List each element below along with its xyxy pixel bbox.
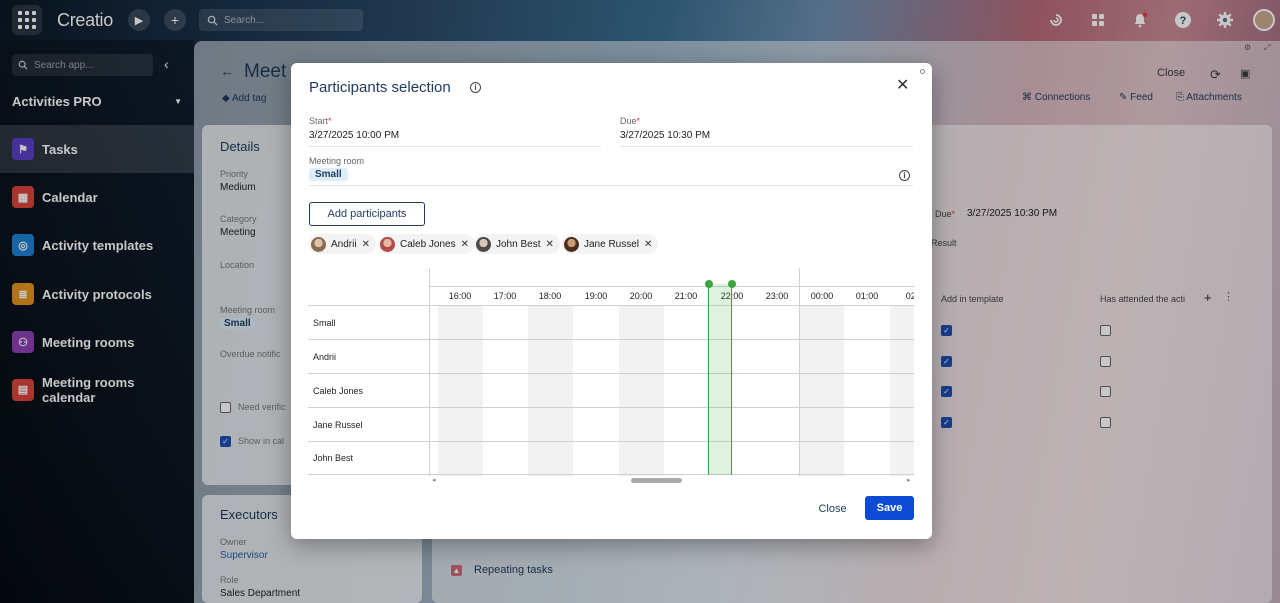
row-label: John Best — [313, 453, 354, 463]
info-icon[interactable]: i — [899, 170, 910, 181]
hour-label: 02: — [905, 291, 914, 301]
participant-name: Jane Russel — [584, 238, 640, 250]
info-icon[interactable]: i — [470, 82, 481, 93]
hour-label: 01:00 — [855, 291, 879, 301]
stripe — [619, 306, 664, 476]
stripe — [438, 306, 483, 476]
dialog-title: Participants selection — [309, 79, 451, 96]
remove-icon[interactable]: ✕ — [545, 239, 553, 250]
stripe — [528, 306, 573, 476]
grid-line — [308, 339, 914, 340]
close-button[interactable]: Close — [810, 497, 855, 521]
scroll-right-icon[interactable]: ▸ — [907, 476, 911, 484]
selected-time-range[interactable] — [708, 284, 732, 475]
participant-name: John Best — [496, 238, 541, 250]
divider — [309, 185, 913, 186]
due-label-text: Due — [620, 116, 637, 126]
row-label: Andrii — [313, 352, 337, 362]
meeting-room-chip[interactable]: Small — [309, 168, 348, 181]
grid-divider — [429, 268, 430, 476]
avatar — [476, 236, 491, 252]
due-field[interactable]: 3/27/2025 10:30 PM — [620, 130, 710, 141]
add-participants-button[interactable]: Add participants — [309, 202, 425, 226]
row-label: Small — [313, 318, 336, 328]
avatar — [311, 236, 326, 252]
hour-label: 16:00 — [448, 291, 472, 301]
hour-label: 19:00 — [584, 291, 608, 301]
save-button[interactable]: Save — [865, 496, 914, 520]
participants-dialog: Participants selection i ✕ Start* 3/27/2… — [291, 63, 932, 539]
start-handle[interactable] — [705, 280, 713, 288]
grid-line — [308, 407, 914, 408]
participant-chip: Jane Russel ✕ — [562, 234, 659, 254]
day-divider — [799, 268, 800, 476]
hour-label: 00:00 — [810, 291, 834, 301]
end-handle[interactable] — [728, 280, 736, 288]
meeting-room-label: Meeting room — [309, 156, 365, 166]
participant-name: Caleb Jones — [400, 238, 456, 250]
hour-label: 21:00 — [674, 291, 698, 301]
start-label-text: Start — [309, 116, 329, 126]
row-label: Caleb Jones — [313, 386, 364, 396]
remove-icon[interactable]: ✕ — [362, 239, 370, 250]
stripe — [799, 306, 844, 476]
participant-chip: Andrii ✕ — [309, 234, 376, 254]
stripe — [890, 306, 914, 476]
scroll-left-icon[interactable]: ◂ — [432, 476, 436, 484]
settings-dot-icon[interactable] — [920, 69, 925, 74]
grid-line — [308, 373, 914, 374]
schedule-grid: 16:00 17:00 18:00 19:00 20:00 21:00 22:0… — [308, 268, 914, 488]
grid-line — [429, 286, 914, 287]
hour-label: 23:00 — [765, 291, 789, 301]
remove-icon[interactable]: ✕ — [461, 239, 469, 250]
participant-chip: John Best ✕ — [474, 234, 560, 254]
divider — [309, 146, 601, 147]
row-label: Jane Russel — [313, 420, 363, 430]
avatar — [564, 236, 579, 252]
participant-name: Andrii — [331, 238, 357, 250]
close-icon[interactable]: ✕ — [896, 75, 909, 95]
divider — [620, 146, 913, 147]
hour-label: 20:00 — [629, 291, 653, 301]
grid-line — [308, 441, 914, 442]
hour-label: 18:00 — [538, 291, 562, 301]
avatar — [380, 236, 395, 252]
grid-line — [308, 305, 914, 306]
start-field[interactable]: 3/27/2025 10:00 PM — [309, 130, 399, 141]
grid-line — [308, 474, 914, 475]
due-label: Due* — [620, 116, 641, 126]
remove-icon[interactable]: ✕ — [644, 239, 652, 250]
hour-label: 17:00 — [493, 291, 517, 301]
participant-chip: Caleb Jones ✕ — [378, 234, 475, 254]
horizontal-scrollbar[interactable] — [631, 478, 682, 483]
start-label: Start* — [309, 116, 332, 126]
